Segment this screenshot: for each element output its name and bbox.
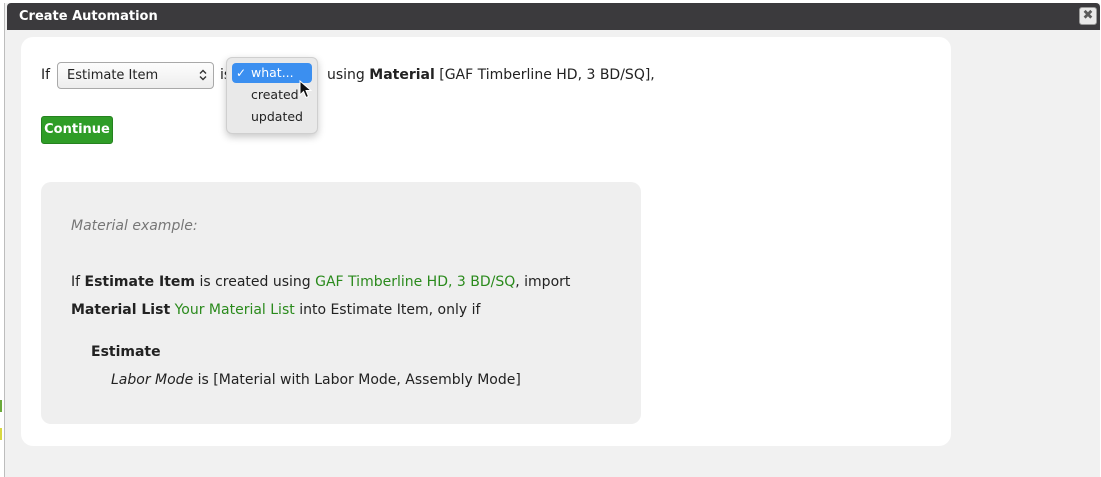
continue-button[interactable]: Continue	[41, 116, 113, 144]
example-import-text: , import	[515, 274, 571, 290]
example-condition-field: Labor Mode	[111, 372, 194, 388]
example-entity: Estimate Item	[84, 274, 195, 290]
dropdown-option-updated[interactable]: updated	[232, 107, 312, 127]
material-label: Material	[369, 67, 435, 83]
example-list-type: Material List	[71, 302, 171, 318]
option-label: what...	[251, 65, 294, 80]
example-into-text: into Estimate Item, only if	[299, 302, 481, 318]
mouse-pointer-icon	[299, 80, 313, 99]
example-title: Material example:	[71, 218, 198, 234]
material-clause: using Material [GAF Timberline HD, 3 BD/…	[327, 66, 655, 84]
example-sentence-line1: If Estimate Item is created using GAF Ti…	[71, 273, 570, 291]
example-if: If	[71, 274, 81, 290]
modal-titlebar: Create Automation ✖	[7, 3, 1100, 30]
left-edge-mark	[0, 400, 2, 412]
chevron-updown-icon	[199, 69, 207, 84]
if-label: If	[41, 67, 51, 83]
option-label: updated	[251, 109, 303, 124]
close-icon[interactable]: ✖	[1079, 7, 1097, 25]
using-label: using	[327, 67, 365, 83]
checkmark-icon: ✓	[236, 66, 247, 80]
example-condition: Labor Mode is [Material with Labor Mode,…	[111, 371, 521, 389]
example-material-link: GAF Timberline HD, 3 BD/SQ	[315, 274, 516, 290]
material-example-panel: Material example: If Estimate Item is cr…	[41, 182, 641, 424]
entity-select[interactable]: Estimate Item	[57, 62, 214, 89]
material-value: [GAF Timberline HD, 3 BD/SQ],	[439, 67, 655, 83]
create-automation-modal: Create Automation ✖ If Estimate Item is …	[4, 3, 1100, 477]
left-edge-mark	[0, 428, 2, 440]
example-condition-value: is [Material with Labor Mode, Assembly M…	[197, 372, 521, 388]
example-section-heading: Estimate	[91, 344, 161, 360]
modal-title: Create Automation	[19, 9, 158, 24]
example-event-text: is created using	[199, 274, 311, 290]
automation-card: If Estimate Item is using Material [GAF …	[21, 37, 951, 446]
example-sentence-line2: Material List Your Material List into Es…	[71, 301, 480, 319]
option-label: created	[251, 87, 299, 102]
example-list-link: Your Material List	[174, 302, 295, 318]
entity-select-value: Estimate Item	[67, 68, 159, 83]
